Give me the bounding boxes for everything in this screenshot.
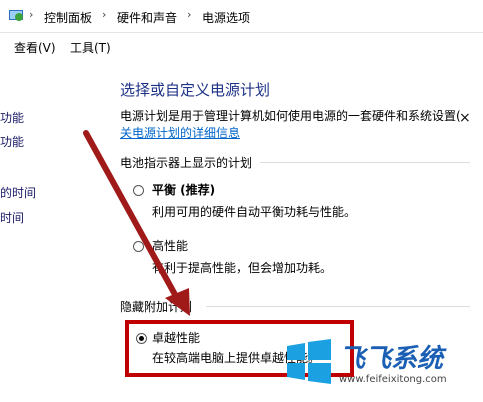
right-edge-glyph: × — [459, 110, 471, 126]
page-title: 选择或自定义电源计划 — [120, 81, 271, 99]
control-panel-icon — [9, 10, 23, 21]
breadcrumb-power-options[interactable]: 电源选项 — [202, 9, 250, 26]
left-nav-item[interactable]: 时间 — [0, 209, 24, 226]
watermark-url: www.feifeixitong.com — [339, 374, 447, 385]
breadcrumb-control-panel[interactable]: 控制面板 — [44, 9, 92, 26]
left-nav-item[interactable]: 的时间 — [0, 184, 36, 201]
windows-logo-icon — [287, 339, 331, 384]
plan-desc-high-performance: 有利于提高性能，但会增加功耗。 — [152, 261, 333, 275]
watermark-brand: 飞飞系统 — [339, 344, 444, 374]
chevron-right-icon: › — [187, 8, 192, 21]
menu-bar: 查看(V) 工具(T) — [0, 33, 483, 59]
plan-name-balanced[interactable]: 平衡 (推荐) — [152, 181, 215, 198]
section-hidden-plans: 隐藏附加计划 — [120, 300, 193, 314]
left-nav-item[interactable]: 功能 — [0, 133, 24, 150]
menu-tools[interactable]: 工具(T) — [70, 39, 111, 56]
address-bar: › 控制面板 › 硬件和声音 › 电源选项 — [0, 0, 483, 33]
radio-balanced[interactable] — [133, 185, 144, 196]
section-battery-plans: 电池指示器上显示的计划 — [120, 156, 253, 170]
chevron-right-icon: › — [29, 8, 34, 21]
left-nav-item[interactable]: 功能 — [0, 109, 24, 126]
watermark: 飞飞系统 www.feifeixitong.com — [285, 338, 475, 396]
plan-name-high-performance[interactable]: 高性能 — [152, 237, 188, 254]
section-divider — [206, 306, 470, 307]
menu-view[interactable]: 查看(V) — [14, 39, 56, 56]
power-plan-info-link[interactable]: 关电源计划的详细信息 — [120, 124, 240, 141]
radio-high-performance[interactable] — [133, 241, 144, 252]
plan-desc-balanced: 利用可用的硬件自动平衡功耗与性能。 — [152, 205, 357, 219]
section-divider — [260, 162, 470, 163]
plan-description: 电源计划是用于管理计算机如何使用电源的一套硬件和系统设置( — [120, 109, 461, 123]
breadcrumb-hardware-sound[interactable]: 硬件和声音 — [117, 9, 177, 26]
chevron-right-icon: › — [102, 8, 107, 21]
